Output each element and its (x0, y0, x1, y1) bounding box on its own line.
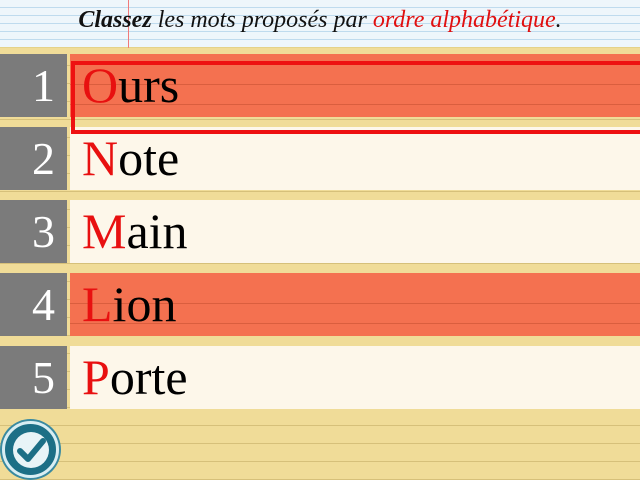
validate-button[interactable] (2, 421, 59, 478)
word-first-letter: L (82, 276, 113, 332)
word-row-5[interactable]: 5 Porte (0, 346, 640, 409)
word-row-2[interactable]: 2 Note (0, 127, 640, 190)
selection-frame[interactable] (71, 61, 640, 134)
word-rest: ion (112, 276, 177, 332)
row-number: 1 (0, 54, 67, 117)
row-number: 3 (0, 200, 67, 263)
word-rest: orte (109, 349, 188, 405)
checkmark-icon (12, 431, 49, 468)
instruction-end: . (555, 7, 562, 33)
word-card[interactable]: Main (70, 200, 640, 263)
instruction-middle: les mots proposés par (151, 7, 373, 33)
word-rest: ain (126, 203, 188, 259)
word-card[interactable]: Note (70, 127, 640, 190)
instruction-keyword: ordre alphabétique (372, 7, 556, 33)
word-row-3[interactable]: 3 Main (0, 200, 640, 263)
row-number: 4 (0, 273, 67, 336)
word-first-letter: N (82, 130, 119, 186)
instruction-verb: Classez (78, 7, 152, 33)
word-first-letter: P (82, 349, 110, 405)
word-row-4[interactable]: 4 Lion (0, 273, 640, 336)
word-card[interactable]: Lion (70, 273, 640, 336)
instruction-header: Classez les mots proposés par ordre alph… (0, 0, 640, 48)
word-first-letter: M (82, 203, 127, 259)
word-card[interactable]: Porte (70, 346, 640, 409)
instruction-text: Classez les mots proposés par ordre alph… (0, 7, 640, 34)
row-number: 5 (0, 346, 67, 409)
row-number: 2 (0, 127, 67, 190)
word-rest: ote (118, 130, 180, 186)
